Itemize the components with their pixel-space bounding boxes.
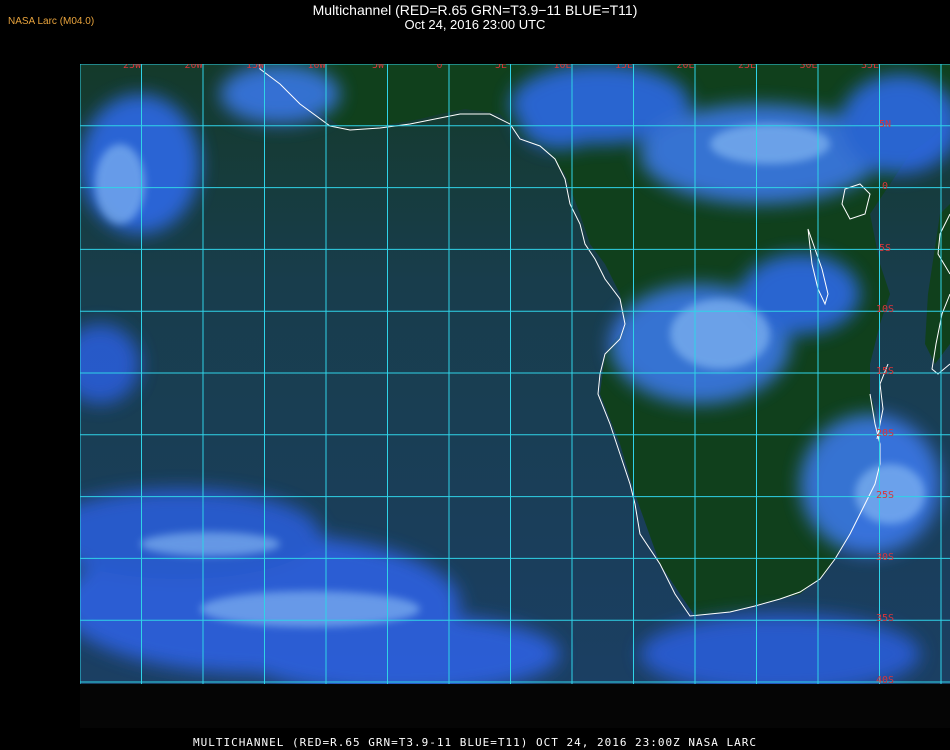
latitude-label: 30S <box>876 551 895 563</box>
latitude-label: 5S <box>879 242 892 254</box>
latitude-label: 0 <box>882 180 889 192</box>
satellite-image <box>80 64 950 684</box>
longitude-label: 35E <box>861 64 880 71</box>
latitude-label: 10S <box>876 304 895 316</box>
longitude-label: 20W <box>184 64 203 71</box>
latitude-label: 25S <box>876 489 895 501</box>
image-timestamp: Oct 24, 2016 23:00 UTC <box>404 17 546 32</box>
longitude-label: 0 <box>436 64 443 71</box>
longitude-label: 15E <box>615 64 634 71</box>
latitude-label: 35S <box>876 613 895 625</box>
longitude-label: 25E <box>738 64 757 71</box>
credit-label: NASA Larc (M04.0) <box>8 16 95 27</box>
image-title: Multichannel (RED=R.65 GRN=T3.9−11 BLUE=… <box>312 2 638 18</box>
footer-caption: MULTICHANNEL (RED=R.65 GRN=T3.9-11 BLUE=… <box>192 736 758 749</box>
bottom-blank-strip <box>80 684 950 728</box>
latitude-label: 5N <box>879 119 892 130</box>
longitude-label: 10E <box>553 64 572 71</box>
longitude-label: 5W <box>372 64 385 71</box>
longitude-label: 20E <box>676 64 695 71</box>
longitude-label: 5E <box>495 64 508 71</box>
satellite-map: 25W 20W 15W 10W 5W 0 5E 10E 15E 20E 25E 30E 35E 5N 0 5… <box>80 64 950 684</box>
longitude-label: 10W <box>307 64 326 71</box>
longitude-label: 15W <box>246 64 265 71</box>
latitude-label: 15S <box>876 366 895 378</box>
longitude-label: 25W <box>123 64 142 71</box>
longitude-label: 30E <box>799 64 818 71</box>
latitude-label: 20S <box>876 428 895 439</box>
latitude-label: 40S <box>876 675 895 684</box>
